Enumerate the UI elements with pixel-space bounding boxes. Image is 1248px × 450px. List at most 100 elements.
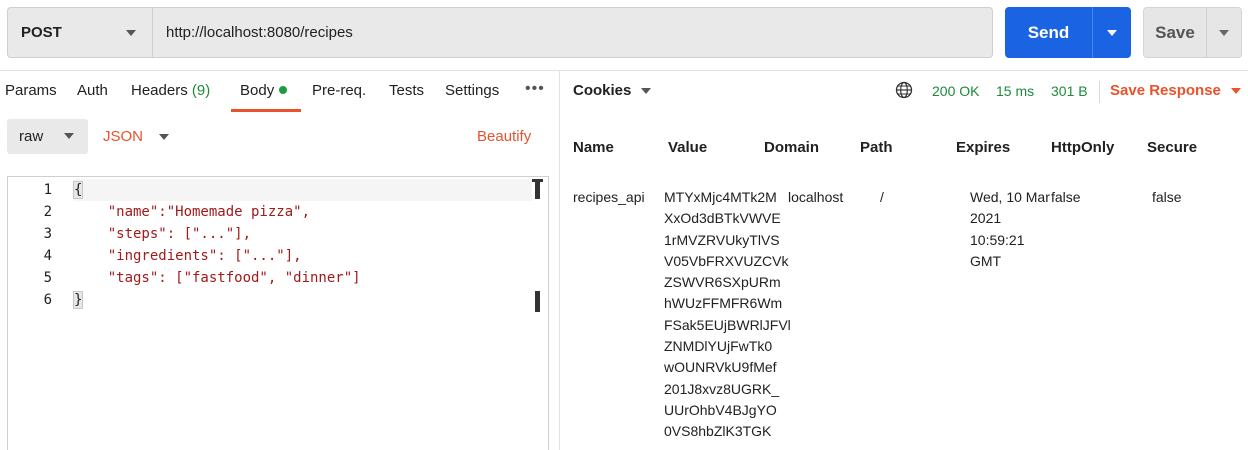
cookie-secure: false [1152,189,1182,205]
cookie-value-line: 201J8xvz8UGRK_ [664,380,780,397]
cookie-value-line: UUrOhbV4BJgYO [664,401,777,418]
tab-headers[interactable]: Headers (9) [131,82,210,99]
tab-body-label: Body [240,82,275,99]
code-text: "name":"Homemade pizza", [74,204,311,220]
code-text: { [72,181,84,199]
column-header-path: Path [860,139,893,156]
line-number: 3 [43,226,52,242]
chevron-down-icon [641,87,652,94]
method-select[interactable]: POST [8,8,153,57]
divider [1099,81,1100,103]
chevron-down-icon [64,133,74,139]
tab-auth[interactable]: Auth [77,82,108,99]
send-label: Send [1027,22,1070,42]
save-options-button[interactable] [1206,8,1241,57]
cookie-value-line: ZNMDlYUjFwTk0 [664,338,773,355]
line-number: 5 [43,270,52,286]
line-gutter: 1 2 3 4 5 6 [8,177,72,450]
line-number: 6 [43,292,52,308]
save-label: Save [1155,22,1195,42]
cookie-value-line: hWUzFFMFR6Wm [664,295,783,312]
body-mode-select[interactable]: raw [7,119,88,154]
scroll-marker [535,291,540,312]
code-text: "tags": ["fastfood", "dinner"] [74,270,361,286]
code-text: } [72,291,84,309]
cookie-value-line: FSak5EUjBWRlJFVl [664,316,791,333]
column-header-expires: Expires [956,139,1011,156]
save-button[interactable]: Save [1143,7,1242,58]
beautify-button[interactable]: Beautify [477,128,531,145]
scroll-marker [532,179,543,199]
chevron-down-icon [1230,87,1241,94]
code-text: "steps": ["..."], [74,226,252,242]
globe-icon[interactable] [895,81,913,99]
tab-tests[interactable]: Tests [389,82,424,99]
body-mode-label: raw [19,128,44,145]
active-tab-underline [231,109,301,112]
headers-count: (9) [191,82,211,99]
code-line: "name":"Homemade pizza", [74,201,310,223]
response-size[interactable]: 301 B [1051,83,1088,99]
code-line: "tags": ["fastfood", "dinner"] [74,267,361,289]
save-response-label: Save Response [1110,82,1221,99]
request-tabs: Params Auth Headers (9) Body Pre-req. Te… [0,71,559,113]
body-language-select[interactable]: JSON [103,119,170,154]
tab-body[interactable]: Body [240,82,288,99]
url-input[interactable]: http://localhost:8080/recipes [153,8,992,57]
code-line: "ingredients": ["..."], [74,245,302,267]
tab-params[interactable]: Params [5,82,57,99]
cookie-value-line: V05VbFRXVUZCVk [664,252,789,269]
cookie-expires: Wed, 10 Mar 2021 10:59:21 GMT [970,187,1052,272]
line-number: 2 [43,204,52,220]
response-view-label: Cookies [573,82,632,99]
send-button[interactable]: Send [1005,7,1131,58]
cookie-value-line: ZSWVR6SXpURm [664,274,781,291]
column-header-domain: Domain [764,139,820,156]
cookie-expires-line: Wed, 10 Mar [970,189,1050,205]
line-number: 1 [43,182,52,198]
body-language-label: JSON [103,128,144,145]
method-label: POST [21,24,62,41]
column-header-secure: Secure [1147,139,1198,156]
body-editor[interactable]: 1 2 3 4 5 6 { "name":"Homemade pizza", "… [7,176,549,450]
code-area[interactable]: { "name":"Homemade pizza", "steps": ["..… [72,177,528,450]
tab-settings[interactable]: Settings [445,82,499,99]
cookie-expires-line: 10:59:21 [970,231,1025,248]
cookie-expires-line: 2021 [970,210,1002,227]
cookie-value-line: 0VS8hbZlK3TGK [664,423,772,440]
cookie-value-line: wOUNRVkU9fMef [664,359,777,376]
code-text: "ingredients": ["..."], [74,248,302,264]
cookie-value: MTYxMjc4MTk2M XxOd3dBTkVWVE 1rMVZRVUkyTl… [664,187,791,443]
chevron-down-icon [1107,29,1117,36]
cookie-httponly: false [1051,189,1081,205]
status-code[interactable]: 200 OK [932,83,979,99]
chevron-down-icon [1219,29,1229,36]
cookie-name: recipes_api [573,189,645,205]
column-header-value: Value [668,139,708,156]
request-bar: POST http://localhost:8080/recipes Send … [0,0,1248,70]
cookie-value-line: MTYxMjc4MTk2M [664,189,777,205]
column-header-httponly: HttpOnly [1051,139,1115,156]
chevron-down-icon [126,30,136,36]
cookie-path: / [880,189,884,205]
body-options: raw JSON Beautify [0,119,559,159]
cookie-expires-line: GMT [970,252,1002,269]
cookie-domain: localhost [788,189,844,205]
body-indicator-dot [279,86,288,95]
send-options-button[interactable] [1092,7,1131,58]
response-view-select[interactable]: Cookies [573,82,652,99]
line-number: 4 [43,248,52,264]
url-box: POST http://localhost:8080/recipes [7,7,993,58]
editor-scrollbar[interactable] [532,177,543,450]
save-response-button[interactable]: Save Response [1110,82,1241,99]
cookie-value-line: 1rMVZRVUkyTlVS [664,231,780,248]
response-time[interactable]: 15 ms [996,83,1034,99]
request-pane: Params Auth Headers (9) Body Pre-req. Te… [0,71,559,450]
tab-headers-label: Headers [131,82,188,99]
more-options-icon[interactable]: ••• [525,80,545,98]
cookie-value-line: XxOd3dBTkVWVE [664,210,781,227]
code-line: } [72,289,84,311]
code-line: "steps": ["..."], [74,223,251,245]
chevron-down-icon [159,133,170,140]
tab-prereq[interactable]: Pre-req. [312,82,366,99]
